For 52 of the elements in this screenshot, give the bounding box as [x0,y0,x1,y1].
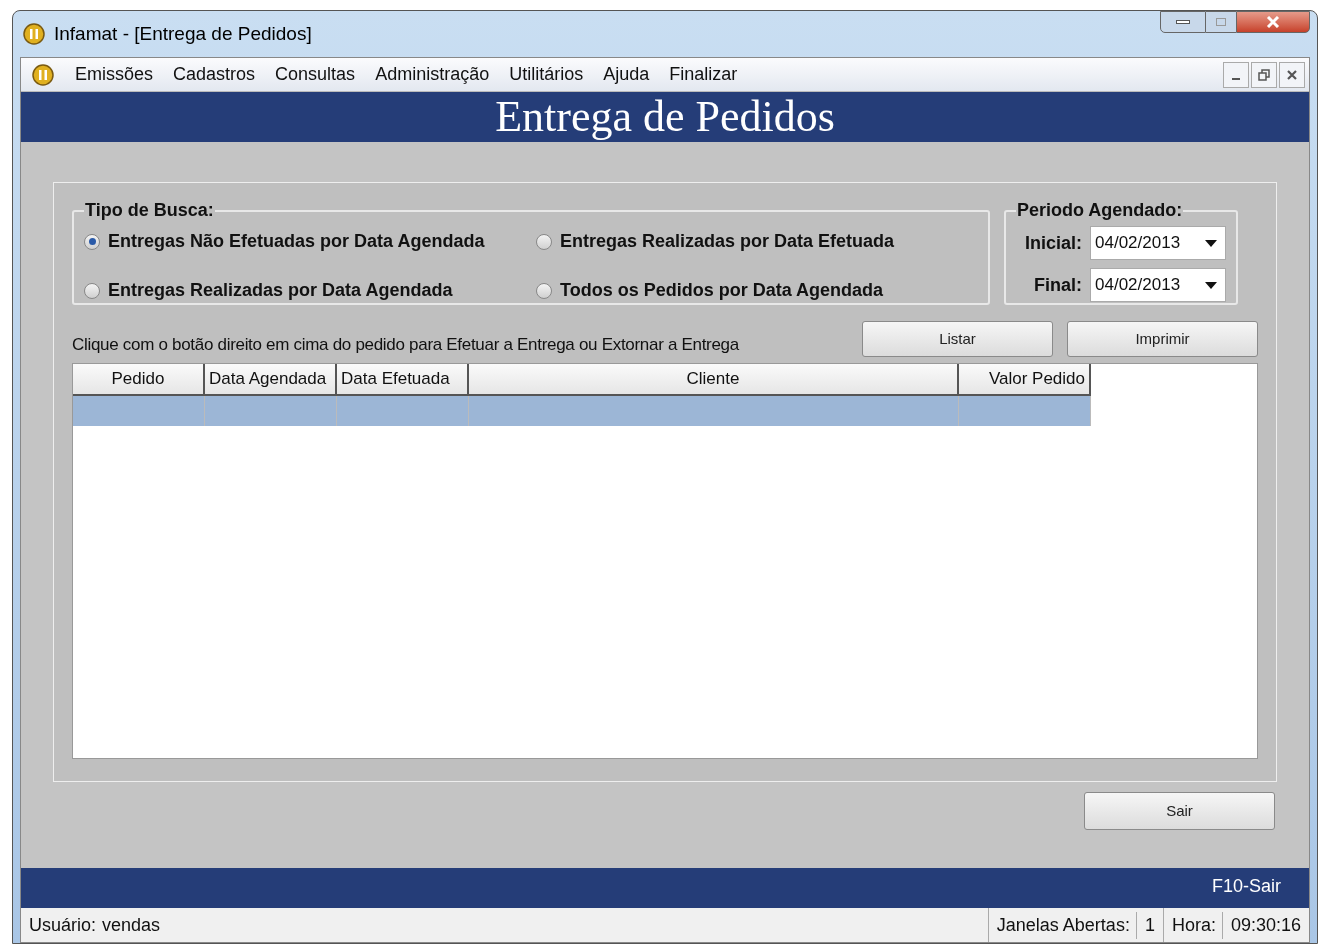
window-title: Infamat - [Entrega de Pedidos] [54,21,312,46]
minimize-button[interactable] [1223,61,1249,88]
radio-option[interactable]: Entregas Realizadas por Data Agendada [84,277,536,304]
field-label: Inicial: [1025,231,1082,255]
group-title: Periodo Agendado: [1016,199,1184,222]
status-label: Hora: [1171,913,1216,937]
close-icon [1266,16,1280,28]
radio-button[interactable] [536,233,552,250]
status-label: Usuário: [29,913,97,937]
menu-item[interactable]: Utilitários [509,61,584,88]
status-value: 09:30:16 [1221,911,1301,939]
radio-button[interactable] [84,233,100,250]
shortcut-hint: F10-Sair [1211,875,1281,898]
column-header[interactable]: Pedido [73,364,205,396]
column-header[interactable]: Valor Pedido [959,364,1091,396]
menu-item[interactable]: Finalizar [669,61,738,88]
menu-item[interactable]: Emissões [75,61,154,88]
page-title: Entrega de Pedidos [495,95,835,139]
status-label: Janelas Abertas: [996,913,1130,937]
status-value: 1 [1135,911,1155,939]
radio-button[interactable] [84,282,100,299]
radio-option[interactable]: Entregas Realizadas por Data Efetuada [536,228,978,255]
list-button[interactable]: Listar [862,321,1053,357]
app-logo-icon [22,22,46,46]
dropdown-caret-icon [1205,239,1217,247]
hint-text: Clique com o botão direito em cima do pedido para Efetuar a Entrega ou Extornar a Entrega [72,333,739,356]
column-header[interactable]: Data Efetuada [337,364,469,396]
minimize-button[interactable] [1160,11,1206,33]
date-dropdown[interactable]: 04/02/2013 [1090,268,1226,302]
maximize-button[interactable] [1206,11,1236,33]
print-button[interactable]: Imprimir [1067,321,1258,357]
menu-item[interactable]: Cadastros [173,61,256,88]
date-dropdown[interactable]: 04/02/2013 [1090,226,1226,260]
close-button[interactable] [1236,11,1310,33]
radio-button[interactable] [536,282,552,299]
group-title: Tipo de Busca: [84,199,215,222]
menu-item[interactable]: Administração [375,61,490,88]
status-value: vendas [102,913,161,937]
field-label: Final: [1034,273,1082,297]
close-button[interactable] [1279,61,1305,88]
menu-item[interactable]: Ajuda [603,61,650,88]
dropdown-caret-icon [1205,281,1217,289]
column-header[interactable]: Cliente [469,364,959,396]
restore-icon [1258,68,1270,81]
menu-item[interactable]: Consultas [275,61,356,88]
restore-button[interactable] [1251,61,1277,88]
radio-option[interactable]: Todos os Pedidos por Data Agendada [536,277,978,304]
radio-option[interactable]: Entregas Não Efetuadas por Data Agendada [84,228,536,255]
close-icon [1287,69,1297,80]
menu-logo-icon [31,62,55,87]
exit-button[interactable]: Sair [1084,792,1275,830]
column-header[interactable]: Data Agendada [205,364,337,396]
